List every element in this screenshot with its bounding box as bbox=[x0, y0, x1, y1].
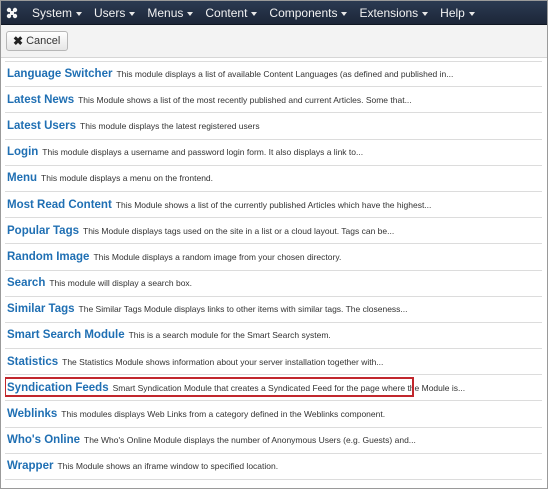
module-item-language-switcher[interactable]: Language Switcher This module displays a … bbox=[5, 61, 542, 88]
close-icon: ✖ bbox=[13, 34, 24, 48]
module-item-login[interactable]: Login This module displays a username and… bbox=[5, 140, 542, 166]
module-title[interactable]: Similar Tags bbox=[7, 303, 75, 315]
module-title[interactable]: Latest News bbox=[7, 94, 74, 106]
module-list: Language Switcher This module displays a … bbox=[1, 58, 547, 480]
module-description: This module displays a menu on the front… bbox=[41, 173, 214, 184]
module-description: This module displays the latest register… bbox=[80, 120, 260, 131]
module-description: This module displays a username and pass… bbox=[42, 147, 364, 158]
module-description: This Module displays tags used on the si… bbox=[83, 225, 395, 236]
nav-label: Users bbox=[94, 5, 126, 20]
nav-label: Help bbox=[440, 5, 465, 20]
module-description: Smart Syndication Module that creates a … bbox=[112, 382, 466, 393]
module-title[interactable]: Most Read Content bbox=[7, 199, 112, 211]
module-title[interactable]: Random Image bbox=[7, 251, 89, 263]
caret-down-icon bbox=[76, 11, 83, 16]
nav-content[interactable]: Content bbox=[199, 1, 263, 25]
module-item-smart-search[interactable]: Smart Search Module This is a search modu… bbox=[5, 323, 542, 350]
module-description: This Module shows a list of the most rec… bbox=[78, 94, 412, 105]
nav-components[interactable]: Components bbox=[263, 1, 353, 25]
module-item-weblinks[interactable]: Weblinks This modules displays Web Links … bbox=[5, 401, 542, 428]
module-description: This Module displays a random image from… bbox=[93, 251, 342, 262]
module-description: This modules displays Web Links from a c… bbox=[61, 409, 386, 420]
nav-label: Content bbox=[205, 5, 248, 20]
module-item-popular-tags[interactable]: Popular Tags This Module displays tags us… bbox=[5, 218, 542, 245]
nav-menus[interactable]: Menus bbox=[141, 1, 199, 25]
module-item-menu[interactable]: Menu This module displays a menu on the f… bbox=[5, 166, 542, 192]
module-title[interactable]: Weblinks bbox=[7, 408, 57, 420]
caret-down-icon bbox=[187, 11, 194, 16]
nav-help[interactable]: Help bbox=[434, 1, 481, 25]
module-description: This module will display a search box. bbox=[49, 278, 193, 289]
module-item-search[interactable]: Search This module will display a search … bbox=[5, 271, 542, 297]
nav-users[interactable]: Users bbox=[88, 1, 141, 25]
caret-down-icon bbox=[341, 11, 348, 16]
module-title[interactable]: Latest Users bbox=[7, 120, 76, 132]
module-item-similar-tags[interactable]: Similar Tags The Similar Tags Module disp… bbox=[5, 297, 542, 323]
page-frame: System Users Menus Content Components Ex… bbox=[0, 0, 548, 489]
caret-down-icon bbox=[251, 11, 258, 16]
cancel-label: Cancel bbox=[26, 35, 61, 47]
nav-extensions[interactable]: Extensions bbox=[353, 1, 434, 25]
module-description: This is a search module for the Smart Se… bbox=[128, 330, 331, 341]
caret-down-icon bbox=[129, 11, 136, 16]
module-description: This module displays a list of available… bbox=[116, 69, 454, 80]
module-description: This Module shows a list of the currentl… bbox=[115, 199, 432, 210]
module-description: This Module shows an iframe window to sp… bbox=[57, 461, 279, 472]
nav-label: Components bbox=[269, 5, 338, 20]
module-item-latest-news[interactable]: Latest News This Module shows a list of t… bbox=[5, 87, 542, 114]
module-title[interactable]: Language Switcher bbox=[7, 68, 112, 80]
module-item-whos-online[interactable]: Who's Online The Who's Online Module disp… bbox=[5, 428, 542, 454]
module-title[interactable]: Smart Search Module bbox=[7, 329, 125, 341]
toolbar: ✖ Cancel bbox=[1, 25, 547, 58]
nav-label: Extensions bbox=[359, 5, 419, 20]
top-navbar: System Users Menus Content Components Ex… bbox=[1, 1, 547, 25]
module-item-statistics[interactable]: Statistics The Statistics Module shows in… bbox=[5, 349, 542, 376]
module-item-syndication-feeds[interactable]: Syndication Feeds Smart Syndication Modul… bbox=[5, 375, 542, 402]
module-item-latest-users[interactable]: Latest Users This module displays the lat… bbox=[5, 113, 542, 140]
module-description: The Who's Online Module displays the num… bbox=[84, 435, 416, 446]
nav-label: System bbox=[32, 5, 73, 20]
caret-down-icon bbox=[422, 11, 429, 16]
nav-system[interactable]: System bbox=[26, 1, 88, 25]
module-description: The Similar Tags Module displays links t… bbox=[78, 304, 408, 315]
module-item-wrapper[interactable]: Wrapper This Module shows an iframe windo… bbox=[5, 454, 542, 480]
module-title[interactable]: Popular Tags bbox=[7, 225, 79, 237]
module-title[interactable]: Login bbox=[7, 146, 38, 158]
caret-down-icon bbox=[468, 11, 475, 16]
module-title[interactable]: Menu bbox=[7, 172, 37, 184]
module-item-most-read-content[interactable]: Most Read Content This Module shows a lis… bbox=[5, 192, 542, 219]
module-title[interactable]: Statistics bbox=[7, 356, 58, 368]
module-title[interactable]: Wrapper bbox=[7, 460, 53, 472]
module-title[interactable]: Syndication Feeds bbox=[7, 382, 109, 394]
module-title[interactable]: Who's Online bbox=[7, 434, 80, 446]
module-description: The Statistics Module shows information … bbox=[62, 356, 384, 367]
module-item-random-image[interactable]: Random Image This Module displays a rando… bbox=[5, 244, 542, 271]
cancel-button[interactable]: ✖ Cancel bbox=[6, 31, 69, 51]
module-title[interactable]: Search bbox=[7, 277, 45, 289]
nav-label: Menus bbox=[147, 5, 184, 20]
joomla-logo-icon[interactable] bbox=[4, 5, 20, 21]
